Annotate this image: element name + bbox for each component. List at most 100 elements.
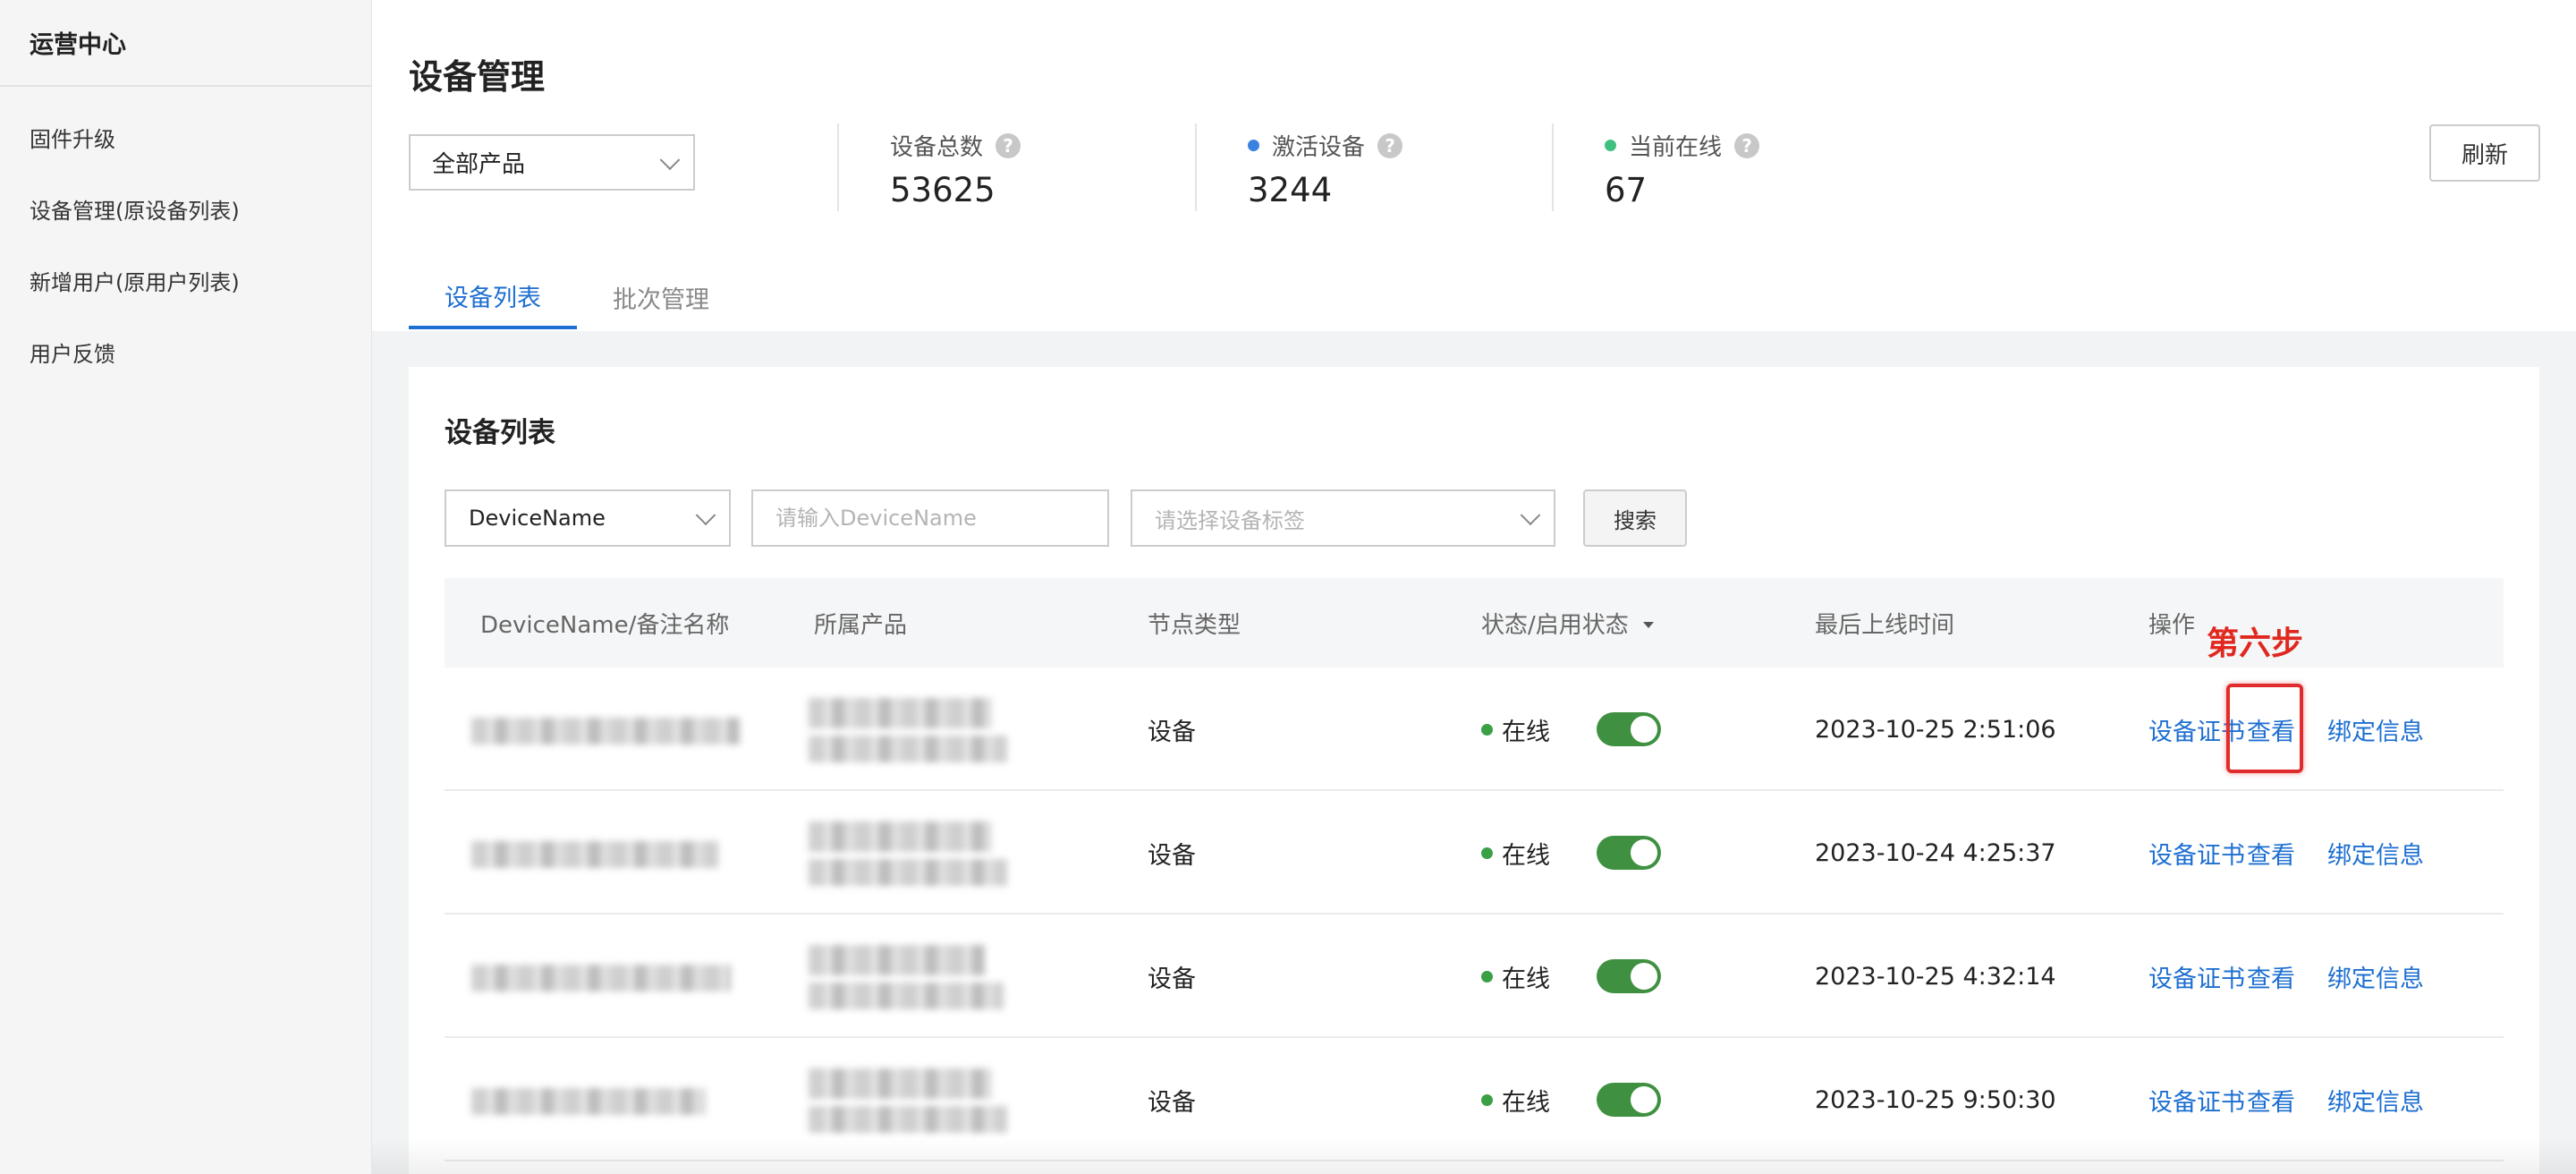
device-table: DeviceName/备注名称 所属产品 节点类型 状态/启用状态 最后上线时间… bbox=[445, 578, 2504, 1161]
enable-toggle[interactable] bbox=[1597, 836, 1661, 870]
table-row: 设备 在线 2023-10-25 2:51:06 设备证书 查看 绑定信息 第六… bbox=[445, 625, 2504, 791]
blurred-product-name bbox=[809, 1106, 1007, 1133]
column-header-node-type: 节点类型 bbox=[1148, 611, 1241, 639]
last-online-time: 2023-10-24 4:25:37 bbox=[1815, 838, 2056, 867]
status-text: 在线 bbox=[1502, 965, 1550, 993]
annotation-highlight-box bbox=[2226, 684, 2303, 773]
main-area: 设备管理 全部产品 设备总数 ? 53625 激活设备 ? 3244 当前在线 bbox=[372, 0, 2576, 1174]
blurred-product-name bbox=[809, 983, 1004, 1009]
column-header-actions: 操作 bbox=[2148, 611, 2196, 639]
help-icon[interactable]: ? bbox=[1377, 132, 1403, 158]
binding-info-link[interactable]: 绑定信息 bbox=[2327, 836, 2424, 871]
stat-label: 设备总数 bbox=[890, 134, 984, 161]
chevron-down-icon bbox=[659, 149, 681, 170]
online-dot-icon bbox=[1481, 970, 1493, 983]
enable-toggle[interactable] bbox=[1597, 1083, 1661, 1117]
status-text: 在线 bbox=[1502, 718, 1550, 746]
chevron-down-icon bbox=[1520, 505, 1541, 526]
device-certificate-link[interactable]: 设备证书 bbox=[2148, 1083, 2245, 1118]
blurred-device-name bbox=[471, 1088, 706, 1115]
stat-activated-devices: 激活设备 ? 3244 bbox=[1195, 123, 1403, 211]
stat-total-devices: 设备总数 ? 53625 bbox=[837, 123, 1021, 211]
sidebar-item-new-users[interactable]: 新增用户(原用户列表) bbox=[0, 244, 371, 316]
stat-online-devices: 当前在线 ? 67 bbox=[1552, 123, 1760, 211]
stat-value: 67 bbox=[1605, 171, 1648, 209]
filter-field-value: DeviceName bbox=[469, 506, 606, 531]
view-link[interactable]: 查看 bbox=[2247, 836, 2295, 871]
sidebar-item-user-feedback[interactable]: 用户反馈 bbox=[0, 316, 371, 387]
binding-info-link[interactable]: 绑定信息 bbox=[2327, 712, 2424, 747]
blurred-product-name bbox=[809, 859, 1007, 886]
sidebar: 运营中心 固件升级 设备管理(原设备列表) 新增用户(原用户列表) 用户反馈 bbox=[0, 0, 372, 1174]
column-header-product: 所属产品 bbox=[814, 611, 908, 639]
last-online-time: 2023-10-25 2:51:06 bbox=[1815, 715, 2056, 744]
refresh-button[interactable]: 刷新 bbox=[2429, 124, 2540, 182]
view-link[interactable]: 查看 bbox=[2247, 959, 2295, 994]
table-header: DeviceName/备注名称 所属产品 节点类型 状态/启用状态 最后上线时间… bbox=[445, 578, 2504, 668]
blurred-product-name bbox=[809, 698, 992, 728]
status-text: 在线 bbox=[1502, 1088, 1550, 1117]
tab-bar: 设备列表 批次管理 bbox=[409, 265, 745, 329]
device-certificate-link[interactable]: 设备证书 bbox=[2148, 959, 2245, 994]
blurred-device-name bbox=[471, 841, 718, 868]
product-select[interactable]: 全部产品 bbox=[409, 134, 695, 191]
column-header-device-name: DeviceName/备注名称 bbox=[480, 611, 730, 639]
binding-info-link[interactable]: 绑定信息 bbox=[2327, 959, 2424, 994]
device-tag-select[interactable]: 请选择设备标签 bbox=[1131, 489, 1555, 547]
table-row: 设备 在线 2023-10-25 4:32:14 设备证书 查看 绑定信息 bbox=[445, 915, 2504, 1038]
view-link[interactable]: 查看 bbox=[2247, 1083, 2295, 1118]
device-certificate-link[interactable]: 设备证书 bbox=[2148, 836, 2245, 871]
binding-info-link[interactable]: 绑定信息 bbox=[2327, 1083, 2424, 1118]
stat-label: 当前在线 bbox=[1629, 134, 1723, 161]
status-cell: 在线 bbox=[1481, 915, 1550, 1038]
device-list-card: 设备列表 DeviceName 请选择设备标签 搜索 DeviceName/备注… bbox=[409, 367, 2539, 1174]
node-type: 设备 bbox=[1148, 841, 1196, 870]
page-title: 设备管理 bbox=[409, 57, 546, 97]
bottom-fade bbox=[372, 1138, 2576, 1174]
chevron-down-icon bbox=[695, 505, 716, 526]
annotation-step-label: 第六步 bbox=[2207, 625, 2304, 662]
node-type: 设备 bbox=[1148, 718, 1196, 746]
filter-field-select[interactable]: DeviceName bbox=[445, 489, 731, 547]
blurred-product-name bbox=[809, 1068, 992, 1099]
stat-label: 激活设备 bbox=[1272, 134, 1366, 161]
blurred-product-name bbox=[809, 945, 986, 975]
status-dot-icon bbox=[1248, 140, 1259, 151]
status-cell: 在线 bbox=[1481, 791, 1550, 915]
device-tag-placeholder: 请选择设备标签 bbox=[1155, 507, 1305, 533]
stat-value: 3244 bbox=[1248, 171, 1333, 209]
product-select-value: 全部产品 bbox=[432, 151, 526, 178]
search-button[interactable]: 搜索 bbox=[1583, 489, 1687, 547]
card-title: 设备列表 bbox=[445, 417, 555, 449]
help-icon[interactable]: ? bbox=[996, 132, 1021, 158]
status-cell: 在线 bbox=[1481, 668, 1550, 791]
table-row: 设备 在线 2023-10-24 4:25:37 设备证书 查看 绑定信息 bbox=[445, 791, 2504, 915]
column-header-status[interactable]: 状态/启用状态 bbox=[1481, 607, 1654, 640]
tab-batch-management[interactable]: 批次管理 bbox=[577, 265, 745, 329]
blurred-device-name bbox=[471, 965, 731, 991]
sidebar-item-device-management[interactable]: 设备管理(原设备列表) bbox=[0, 173, 371, 244]
blurred-product-name bbox=[809, 736, 1007, 762]
blurred-device-name bbox=[471, 718, 740, 744]
help-icon[interactable]: ? bbox=[1734, 132, 1760, 158]
enable-toggle[interactable] bbox=[1597, 959, 1661, 993]
device-name-search-input[interactable] bbox=[751, 489, 1109, 547]
last-online-time: 2023-10-25 4:32:14 bbox=[1815, 962, 2056, 991]
sidebar-nav: 固件升级 设备管理(原设备列表) 新增用户(原用户列表) 用户反馈 bbox=[0, 87, 371, 387]
page-header: 设备管理 全部产品 设备总数 ? 53625 激活设备 ? 3244 当前在线 bbox=[372, 0, 2576, 331]
tab-device-list[interactable]: 设备列表 bbox=[409, 265, 577, 329]
column-header-status-label: 状态/启用状态 bbox=[1481, 611, 1629, 639]
column-header-last-online: 最后上线时间 bbox=[1815, 611, 1955, 639]
blurred-product-name bbox=[809, 821, 992, 852]
online-dot-icon bbox=[1481, 846, 1493, 859]
sort-caret-icon[interactable] bbox=[1642, 621, 1654, 628]
sidebar-title: 运营中心 bbox=[0, 0, 371, 87]
status-text: 在线 bbox=[1502, 841, 1550, 870]
node-type: 设备 bbox=[1148, 965, 1196, 993]
sidebar-item-firmware-upgrade[interactable]: 固件升级 bbox=[0, 101, 371, 173]
online-dot-icon bbox=[1481, 723, 1493, 736]
status-dot-icon bbox=[1605, 140, 1616, 151]
online-dot-icon bbox=[1481, 1093, 1493, 1106]
enable-toggle[interactable] bbox=[1597, 712, 1661, 746]
stat-value: 53625 bbox=[890, 171, 996, 209]
